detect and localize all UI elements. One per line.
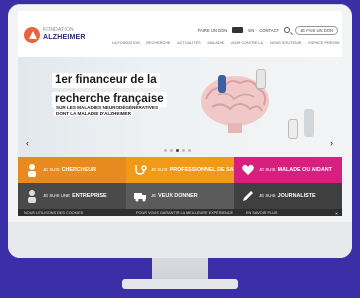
cookie-text-left: NOUS UTILISONS DES COOKIES bbox=[24, 210, 84, 215]
logo-mark-icon bbox=[24, 27, 40, 43]
tile-professionnel[interactable]: JE SUIS PROFESSIONNEL DE SANTÉ bbox=[126, 157, 244, 183]
cookie-strip: NOUS UTILISONS DES COOKIES POUR VOUS GAR… bbox=[18, 209, 342, 216]
cookie-text-middle: POUR VOUS GARANTIR LA MEILLEURE EXPÉRIEN… bbox=[136, 210, 234, 215]
tile-journaliste[interactable]: JE SUIS JOURNALISTE bbox=[234, 183, 342, 209]
monitor-stand-neck bbox=[152, 258, 208, 280]
carousel-dot[interactable] bbox=[170, 149, 173, 152]
person-icon bbox=[28, 190, 36, 203]
hero-carousel: 1er financeur de la recherche française … bbox=[18, 57, 342, 157]
truck-icon[interactable] bbox=[232, 27, 244, 33]
toplink-donation[interactable]: FAIRE UN DON bbox=[198, 28, 228, 33]
carousel-dots bbox=[164, 149, 191, 152]
stethoscope-icon bbox=[135, 165, 147, 175]
tile-pre: JE SUIS bbox=[43, 167, 60, 172]
logo-line2: ALZHEIMER bbox=[43, 34, 86, 41]
top-links: FAIRE UN DON EN CONTACT JE FAIS UN DON bbox=[198, 24, 338, 36]
carousel-dot[interactable] bbox=[182, 149, 185, 152]
researcher-icon bbox=[28, 164, 36, 177]
tile-chercheur[interactable]: JE SUIS CHERCHEUR bbox=[18, 157, 126, 183]
carousel-prev-icon[interactable]: ‹ bbox=[26, 138, 29, 148]
tile-donner[interactable]: JE VEUX DONNER bbox=[126, 183, 234, 209]
nav-item-presse[interactable]: ESPACE PRESSE bbox=[308, 41, 340, 45]
tile-pre: JE SUIS bbox=[259, 193, 276, 198]
site-logo[interactable]: FONDATION ALZHEIMER bbox=[24, 26, 90, 46]
nav-item-recherche[interactable]: RECHERCHE bbox=[146, 41, 170, 45]
scientist-figure-icon bbox=[218, 75, 226, 93]
tile-pre: JE SUIS bbox=[151, 167, 168, 172]
audience-tiles: JE SUIS CHERCHEUR JE SUIS PROFESSIONNEL DE… bbox=[18, 157, 342, 216]
carousel-dot[interactable] bbox=[164, 149, 167, 152]
toplink-language[interactable]: EN bbox=[248, 28, 254, 33]
hero-subtitle-line2: DONT LA MALADIE D'ALZHEIMER bbox=[54, 111, 133, 116]
hero-title-line1: 1er financeur de la bbox=[52, 73, 160, 88]
search-icon[interactable] bbox=[284, 27, 291, 33]
scientist-figure-icon bbox=[256, 69, 266, 89]
logo-line1: FONDATION bbox=[43, 27, 74, 33]
nav-item-agir[interactable]: AGIR CONTRE LA bbox=[231, 41, 263, 45]
heart-hands-icon bbox=[242, 164, 254, 175]
tile-pre: JE SUIS bbox=[259, 167, 276, 172]
toplink-contact[interactable]: CONTACT bbox=[259, 28, 279, 33]
nav-item-fondation[interactable]: LA FONDATION bbox=[112, 41, 140, 45]
carousel-dot[interactable] bbox=[188, 149, 191, 152]
hero-title: 1er financeur de la recherche française bbox=[52, 70, 192, 108]
hero-subtitle: SUR LES MALADIES NEURODÉGÉNÉRATIVES DONT… bbox=[54, 105, 194, 117]
monitor-chin bbox=[8, 222, 352, 258]
tile-malade-aidant[interactable]: JE SUIS MALADE OU AIDANT bbox=[234, 157, 342, 183]
tile-label: JOURNALISTE bbox=[277, 193, 316, 199]
tile-label: CHERCHEUR bbox=[61, 167, 97, 173]
cookie-more-link[interactable]: EN SAVOIR PLUS bbox=[246, 211, 277, 215]
monitor-stand-base bbox=[122, 279, 238, 289]
tile-entreprise[interactable]: JE SUIS UNE ENTREPRISE bbox=[18, 183, 126, 209]
tile-pre: JE bbox=[151, 193, 157, 198]
hero-subtitle-line1: SUR LES MALADIES NEURODÉGÉNÉRATIVES bbox=[54, 105, 161, 110]
tile-label: MALADE OU AIDANT bbox=[277, 167, 332, 173]
site-header: FONDATION ALZHEIMER FAIRE UN DON EN CONT… bbox=[18, 11, 342, 57]
nav-item-soutenir[interactable]: NOUS SOUTENIR bbox=[270, 41, 302, 45]
microscope-icon bbox=[304, 109, 314, 137]
tile-label: VEUX DONNER bbox=[158, 193, 198, 199]
website-screen: FONDATION ALZHEIMER FAIRE UN DON EN CONT… bbox=[18, 11, 342, 216]
pen-icon bbox=[243, 191, 253, 201]
carousel-next-icon[interactable]: › bbox=[330, 138, 333, 148]
carousel-dot-active[interactable] bbox=[176, 149, 179, 152]
nav-item-actualites[interactable]: ACTUALITÉS bbox=[177, 41, 200, 45]
scientist-figure-icon bbox=[288, 119, 298, 139]
tile-label: ENTREPRISE bbox=[72, 193, 107, 199]
main-nav: LA FONDATION RECHERCHE ACTUALITÉS MALADI… bbox=[112, 41, 340, 45]
donate-button[interactable]: JE FAIS UN DON bbox=[295, 25, 338, 35]
nav-item-maladie[interactable]: MALADIE bbox=[208, 41, 225, 45]
close-icon[interactable]: ✕ bbox=[335, 211, 338, 216]
truck-icon bbox=[134, 193, 146, 202]
tile-pre: JE SUIS UNE bbox=[43, 193, 71, 198]
